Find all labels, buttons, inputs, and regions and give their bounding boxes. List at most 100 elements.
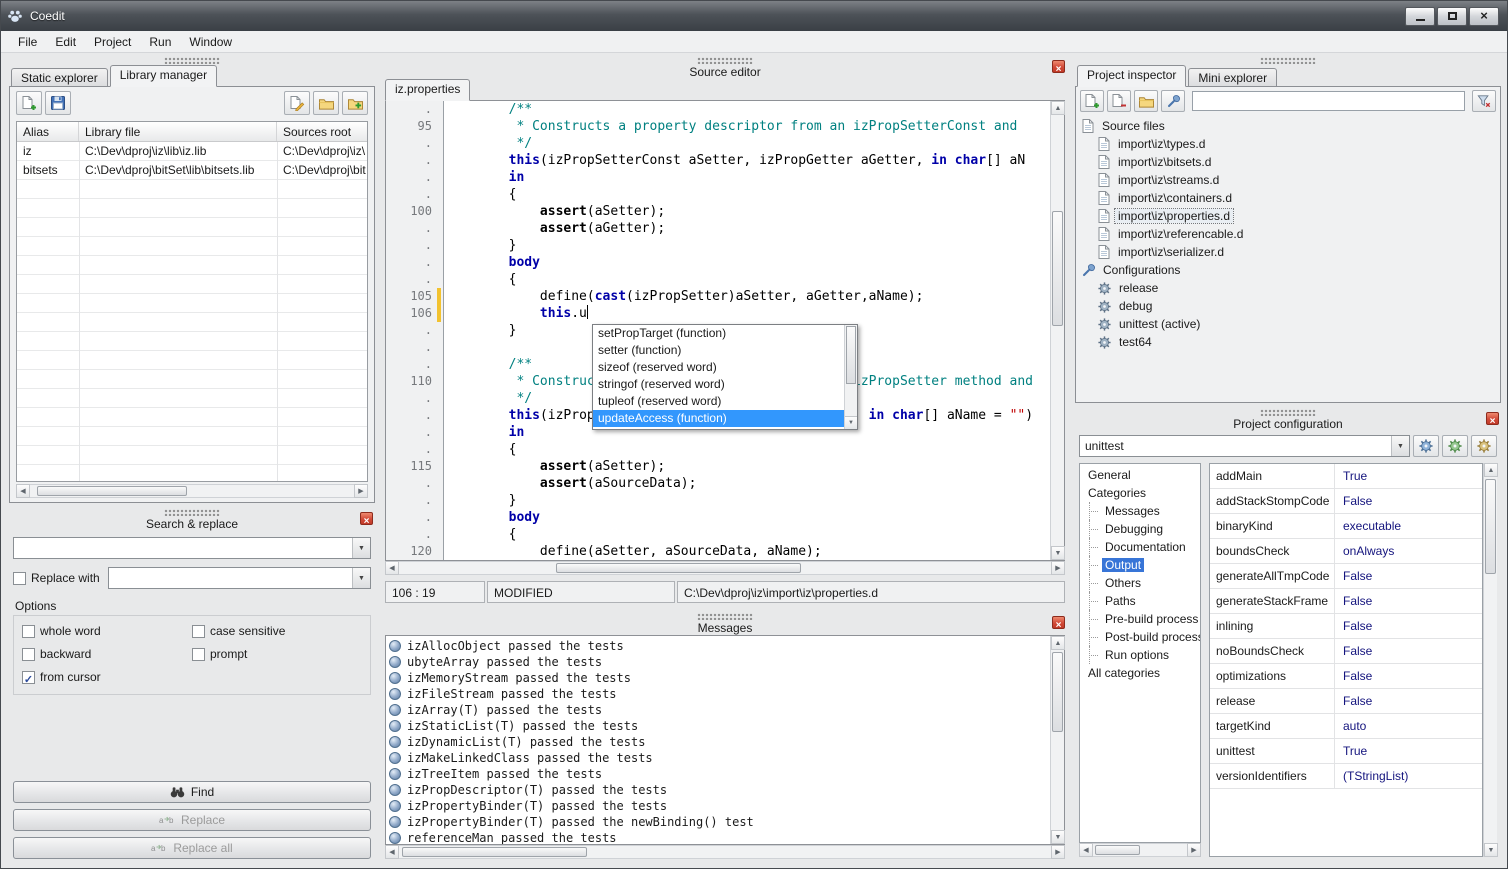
panel-close-button[interactable] — [1486, 412, 1499, 425]
editor-vscrollbar[interactable] — [1050, 101, 1064, 560]
scroll-thumb[interactable] — [1485, 479, 1496, 574]
tree-item-import-iz-streams-d[interactable]: import\iz\streams.d — [1076, 171, 1500, 189]
gear-clone-button[interactable] — [1471, 435, 1497, 457]
open-folder-button[interactable] — [313, 91, 339, 115]
menu-item-file[interactable]: File — [9, 32, 46, 52]
tree-item-import-iz-referencable-d[interactable]: import\iz\referencable.d — [1076, 225, 1500, 243]
scroll-right-icon[interactable] — [354, 484, 368, 498]
code-line[interactable]: this.u — [446, 305, 1050, 322]
checkbox-whole-word[interactable]: whole word — [22, 624, 192, 638]
completion-item[interactable]: tupleof (reserved word) — [593, 393, 844, 410]
code-line[interactable]: body — [446, 509, 1050, 526]
category-item-pre-build-process[interactable]: Pre-build process — [1080, 610, 1200, 628]
tree-item-unittest-active-[interactable]: unittest (active) — [1076, 315, 1500, 333]
category-item-output[interactable]: Output — [1080, 556, 1200, 574]
filter-button[interactable] — [1472, 90, 1496, 112]
column-header-library-file[interactable]: Library file — [79, 122, 277, 141]
scroll-thumb[interactable] — [37, 486, 187, 496]
message-row[interactable]: izFileStream passed the tests — [389, 686, 1050, 702]
property-row[interactable]: targetKindauto — [1210, 714, 1482, 739]
completion-scrollbar[interactable] — [844, 325, 857, 429]
code-line[interactable]: } — [446, 237, 1050, 254]
property-row[interactable]: releaseFalse — [1210, 689, 1482, 714]
tab-project-inspector[interactable]: Project inspector — [1077, 65, 1186, 87]
tree-item-import-iz-properties-d[interactable]: import\iz\properties.d — [1076, 207, 1500, 225]
category-item-general[interactable]: General — [1080, 466, 1200, 484]
property-row[interactable]: addStackStompCodeFalse — [1210, 489, 1482, 514]
completion-item[interactable]: sizeof (reserved word) — [593, 359, 844, 376]
category-item-post-build-process[interactable]: Post-build process — [1080, 628, 1200, 646]
property-value[interactable]: True — [1335, 739, 1482, 763]
scroll-left-icon[interactable] — [385, 845, 399, 859]
tree-item-debug[interactable]: debug — [1076, 297, 1500, 315]
categories-hscrollbar[interactable] — [1079, 843, 1201, 857]
messages-vscrollbar[interactable] — [1050, 636, 1064, 844]
scroll-left-icon[interactable] — [385, 561, 399, 575]
menu-item-window[interactable]: Window — [180, 32, 241, 52]
property-row[interactable]: noBoundsCheckFalse — [1210, 639, 1482, 664]
tree-item-import-iz-containers-d[interactable]: import\iz\containers.d — [1076, 189, 1500, 207]
property-value[interactable]: False — [1335, 564, 1482, 588]
property-row[interactable]: generateStackFrameFalse — [1210, 589, 1482, 614]
dock-grab-handle[interactable] — [697, 57, 753, 64]
tree-item-source-files[interactable]: Source files — [1076, 117, 1500, 135]
scroll-down-icon[interactable] — [1484, 843, 1498, 857]
menu-item-run[interactable]: Run — [140, 32, 180, 52]
scroll-down-icon[interactable] — [845, 416, 857, 429]
message-row[interactable]: izPropDescriptor(T) passed the tests — [389, 782, 1050, 798]
message-row[interactable]: izArray(T) passed the tests — [389, 702, 1050, 718]
tree-item-import-iz-serializer-d[interactable]: import\iz\serializer.d — [1076, 243, 1500, 261]
scroll-up-icon[interactable] — [1051, 101, 1065, 115]
wrench-button[interactable] — [1161, 90, 1185, 112]
configuration-selector[interactable]: unittest — [1079, 435, 1410, 457]
category-item-debugging[interactable]: Debugging — [1080, 520, 1200, 538]
message-row[interactable]: izPropertyBinder(T) passed the newBindin… — [389, 814, 1050, 830]
new-source-button[interactable] — [1080, 90, 1104, 112]
checkbox-backward[interactable]: backward — [22, 647, 192, 661]
scroll-thumb[interactable] — [1052, 652, 1063, 732]
code-line[interactable]: this(izPropSetterConst aSetter, izPropGe… — [446, 152, 1050, 169]
property-value[interactable]: False — [1335, 664, 1482, 688]
scroll-down-icon[interactable] — [1051, 546, 1065, 560]
remove-source-button[interactable] — [1107, 90, 1131, 112]
gear-add-button[interactable] — [1442, 435, 1468, 457]
property-value[interactable]: False — [1335, 689, 1482, 713]
scroll-up-icon[interactable] — [1051, 636, 1065, 650]
column-header-sources-root[interactable]: Sources root — [277, 122, 367, 141]
code-line[interactable]: define(cast(izPropSetter)aSetter, aGette… — [446, 288, 1050, 305]
maximize-button[interactable] — [1437, 7, 1467, 26]
completion-item[interactable]: setPropTarget (function) — [593, 325, 844, 342]
tab-mini-explorer[interactable]: Mini explorer — [1188, 68, 1277, 87]
scroll-thumb[interactable] — [402, 847, 587, 857]
property-row[interactable]: inliningFalse — [1210, 614, 1482, 639]
search-term-combo[interactable] — [13, 537, 371, 559]
open-folder-button[interactable] — [1134, 90, 1158, 112]
code-line[interactable]: { — [446, 271, 1050, 288]
editor-hscrollbar[interactable] — [385, 561, 1065, 575]
add-folder-button[interactable] — [342, 91, 368, 115]
scroll-left-icon[interactable] — [1079, 843, 1093, 857]
tree-item-test64[interactable]: test64 — [1076, 333, 1500, 351]
scroll-down-icon[interactable] — [1051, 830, 1065, 844]
edit-library-button[interactable] — [284, 91, 310, 115]
completion-item[interactable]: stringof (reserved word) — [593, 376, 844, 393]
dock-grab-handle[interactable] — [164, 57, 220, 64]
property-row[interactable]: addMainTrue — [1210, 464, 1482, 489]
tab-iz-properties[interactable]: iz.properties — [385, 79, 470, 101]
panel-close-button[interactable] — [1052, 60, 1065, 73]
scroll-thumb[interactable] — [1052, 211, 1063, 326]
tree-item-release[interactable]: release — [1076, 279, 1500, 297]
category-item-categories[interactable]: Categories — [1080, 484, 1200, 502]
property-row[interactable]: versionIdentifiers(TStringList) — [1210, 764, 1482, 789]
code-line[interactable]: assert(aSourceData); — [446, 475, 1050, 492]
scroll-right-icon[interactable] — [1051, 845, 1065, 859]
replace-term-combo[interactable] — [108, 567, 371, 589]
save-library-button[interactable] — [45, 91, 71, 115]
message-row[interactable]: izTreeItem passed the tests — [389, 766, 1050, 782]
property-row[interactable]: generateAllTmpCodeFalse — [1210, 564, 1482, 589]
add-library-button[interactable] — [16, 91, 42, 115]
scroll-thumb[interactable] — [846, 326, 856, 384]
dock-grab-handle[interactable] — [697, 613, 753, 620]
property-row[interactable]: boundsCheckonAlways — [1210, 539, 1482, 564]
dock-grab-handle[interactable] — [164, 509, 220, 516]
